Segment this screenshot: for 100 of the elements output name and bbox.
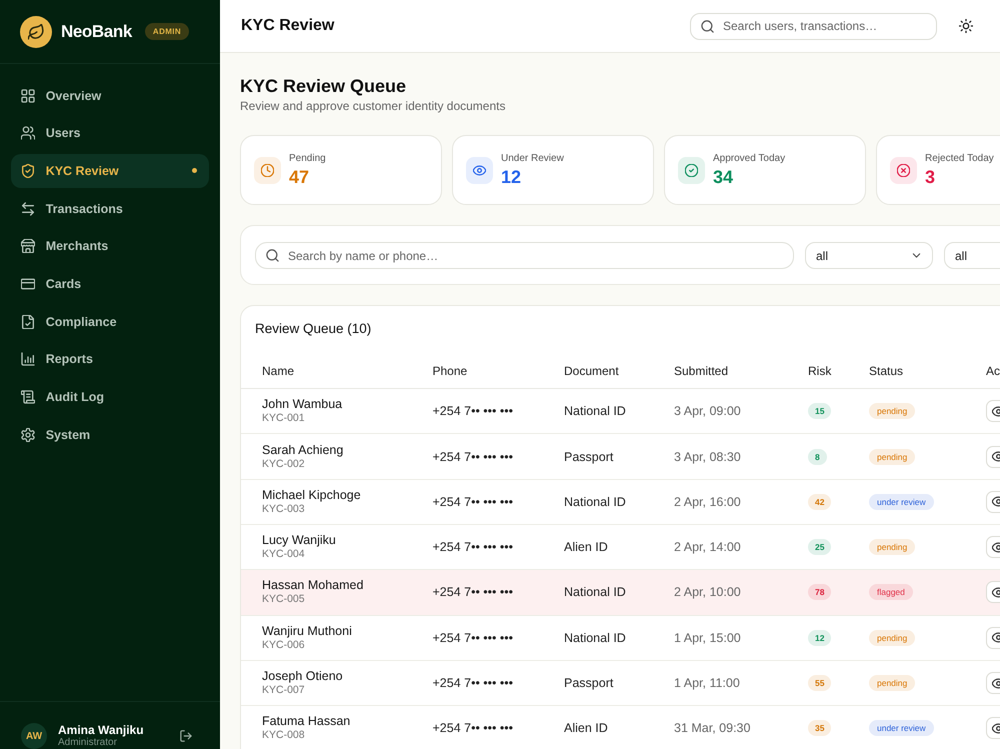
risk-badge: 78 xyxy=(808,584,832,600)
users-icon xyxy=(20,126,35,140)
user-name: Amina Wanjiku xyxy=(58,723,144,737)
column-header: Risk xyxy=(801,354,862,389)
table-cell: +254 7•• ••• ••• xyxy=(426,660,557,706)
table-cell: 2 Apr, 14:00 xyxy=(667,524,801,570)
table-cell: 3 Apr, 09:00 xyxy=(667,388,801,434)
risk-badge: 55 xyxy=(808,675,832,692)
stat-value: 3 xyxy=(925,167,936,187)
table-cell: Alien ID xyxy=(557,706,667,749)
stat-label: Under Review xyxy=(501,153,564,165)
risk-badge: 25 xyxy=(808,539,832,556)
customer-id: KYC-007 xyxy=(262,684,305,698)
filter-dropdown[interactable]: all xyxy=(805,242,933,269)
customer-id: KYC-005 xyxy=(262,593,305,606)
user-avatar: AW xyxy=(21,723,47,749)
risk-badge: 35 xyxy=(808,720,832,736)
search-icon xyxy=(701,20,714,32)
nav-item[interactable]: Overview xyxy=(10,78,210,112)
dot-icon xyxy=(192,168,198,174)
scroll-icon xyxy=(20,390,35,404)
table-cell: +254 7•• ••• ••• xyxy=(426,434,557,480)
store-icon xyxy=(20,239,35,254)
status-badge: pending xyxy=(869,403,916,420)
logout-icon[interactable] xyxy=(180,730,192,742)
leaf-logo-icon xyxy=(20,16,52,48)
search-icon xyxy=(266,249,279,262)
clock-icon xyxy=(254,156,281,184)
nav-item[interactable]: Audit Log xyxy=(10,380,210,414)
status-badge: pending xyxy=(869,675,916,692)
table-cell: +254 7•• ••• ••• xyxy=(426,706,557,749)
table-cell: National ID xyxy=(557,570,667,616)
grid-icon xyxy=(20,88,35,102)
stat-label: Approved Today xyxy=(713,153,786,165)
search-field[interactable]: Search users, transactions… xyxy=(690,12,937,40)
customer-id: KYC-003 xyxy=(262,502,305,516)
customer-name: Wanjiru Muthoni xyxy=(262,624,352,638)
risk-badge: 12 xyxy=(808,630,832,646)
settings-icon xyxy=(20,428,35,442)
nav-item[interactable]: Reports xyxy=(10,342,210,376)
table-cell: 2 Apr, 16:00 xyxy=(667,479,801,524)
nav-item[interactable]: Users xyxy=(10,116,210,150)
stat-value: 47 xyxy=(289,167,310,187)
customer-id: KYC-004 xyxy=(262,548,305,562)
nav-item[interactable]: Compliance xyxy=(10,304,210,339)
customer-name: Michael Kipchoge xyxy=(262,488,361,502)
page-title: KYC Review Queue xyxy=(240,74,406,96)
page-subtitle: Review and approve customer identity documents xyxy=(240,99,506,114)
stat-value: 12 xyxy=(501,167,522,187)
brand-name: NeoBank xyxy=(61,22,132,42)
table-cell: 31 Mar, 09:30 xyxy=(667,706,801,749)
table-cell: National ID xyxy=(557,388,667,434)
status-badge: pending xyxy=(869,448,916,465)
table-cell: +254 7•• ••• ••• xyxy=(426,570,557,616)
sun-icon[interactable] xyxy=(959,19,973,33)
nav-item[interactable]: Transactions xyxy=(10,192,210,226)
column-header: Name xyxy=(241,354,426,389)
customer-name: Fatuma Hassan xyxy=(262,714,350,728)
column-header: Ac xyxy=(982,354,1000,389)
table-cell: National ID xyxy=(557,615,667,660)
customer-name: Lucy Wanjiku xyxy=(262,533,336,548)
filter-dropdown[interactable]: all xyxy=(944,242,1000,269)
header-title: KYC Review xyxy=(241,17,334,35)
customer-name: Sarah Achieng xyxy=(262,442,344,457)
table-cell: +254 7•• ••• ••• xyxy=(426,615,557,660)
nav-item[interactable]: System xyxy=(10,418,210,452)
user-role: Administrator xyxy=(58,737,117,748)
bar-chart-icon xyxy=(20,352,35,366)
search-field[interactable]: Search by name or phone… xyxy=(255,242,794,269)
table-cell: +254 7•• ••• ••• xyxy=(426,479,557,524)
table-cell: 3 Apr, 08:30 xyxy=(667,434,801,480)
customer-id: KYC-006 xyxy=(262,638,305,652)
role-badge: ADMIN xyxy=(144,23,190,40)
column-header: Document xyxy=(557,354,667,389)
nav-item[interactable]: KYC Review xyxy=(10,154,210,188)
nav-item[interactable]: Cards xyxy=(10,266,210,301)
customer-name: Hassan Mohamed xyxy=(262,578,364,592)
table-cell: 1 Apr, 15:00 xyxy=(667,615,801,660)
status-badge: under review xyxy=(869,494,934,510)
risk-badge: 8 xyxy=(808,448,827,465)
stat-label: Rejected Today xyxy=(925,153,994,165)
status-badge: pending xyxy=(869,630,916,646)
customer-name: John Wambua xyxy=(262,397,342,412)
customer-id: KYC-002 xyxy=(262,458,305,471)
customer-id: KYC-008 xyxy=(262,729,305,742)
shield-check-icon xyxy=(20,164,35,178)
column-header: Status xyxy=(862,354,982,389)
status-badge: flagged xyxy=(869,584,913,600)
stat-label: Pending xyxy=(289,153,326,165)
eye-icon xyxy=(466,156,493,184)
customer-id: KYC-001 xyxy=(262,412,305,426)
column-header: Phone xyxy=(426,354,557,389)
nav-item[interactable]: Merchants xyxy=(10,229,210,264)
risk-badge: 42 xyxy=(808,494,832,510)
table-cell: National ID xyxy=(557,479,667,524)
card-title: Review Queue (10) xyxy=(255,320,372,337)
table-cell: Passport xyxy=(557,660,667,706)
arrows-icon xyxy=(20,202,35,216)
status-badge: pending xyxy=(869,539,916,556)
column-header: Submitted xyxy=(667,354,801,389)
